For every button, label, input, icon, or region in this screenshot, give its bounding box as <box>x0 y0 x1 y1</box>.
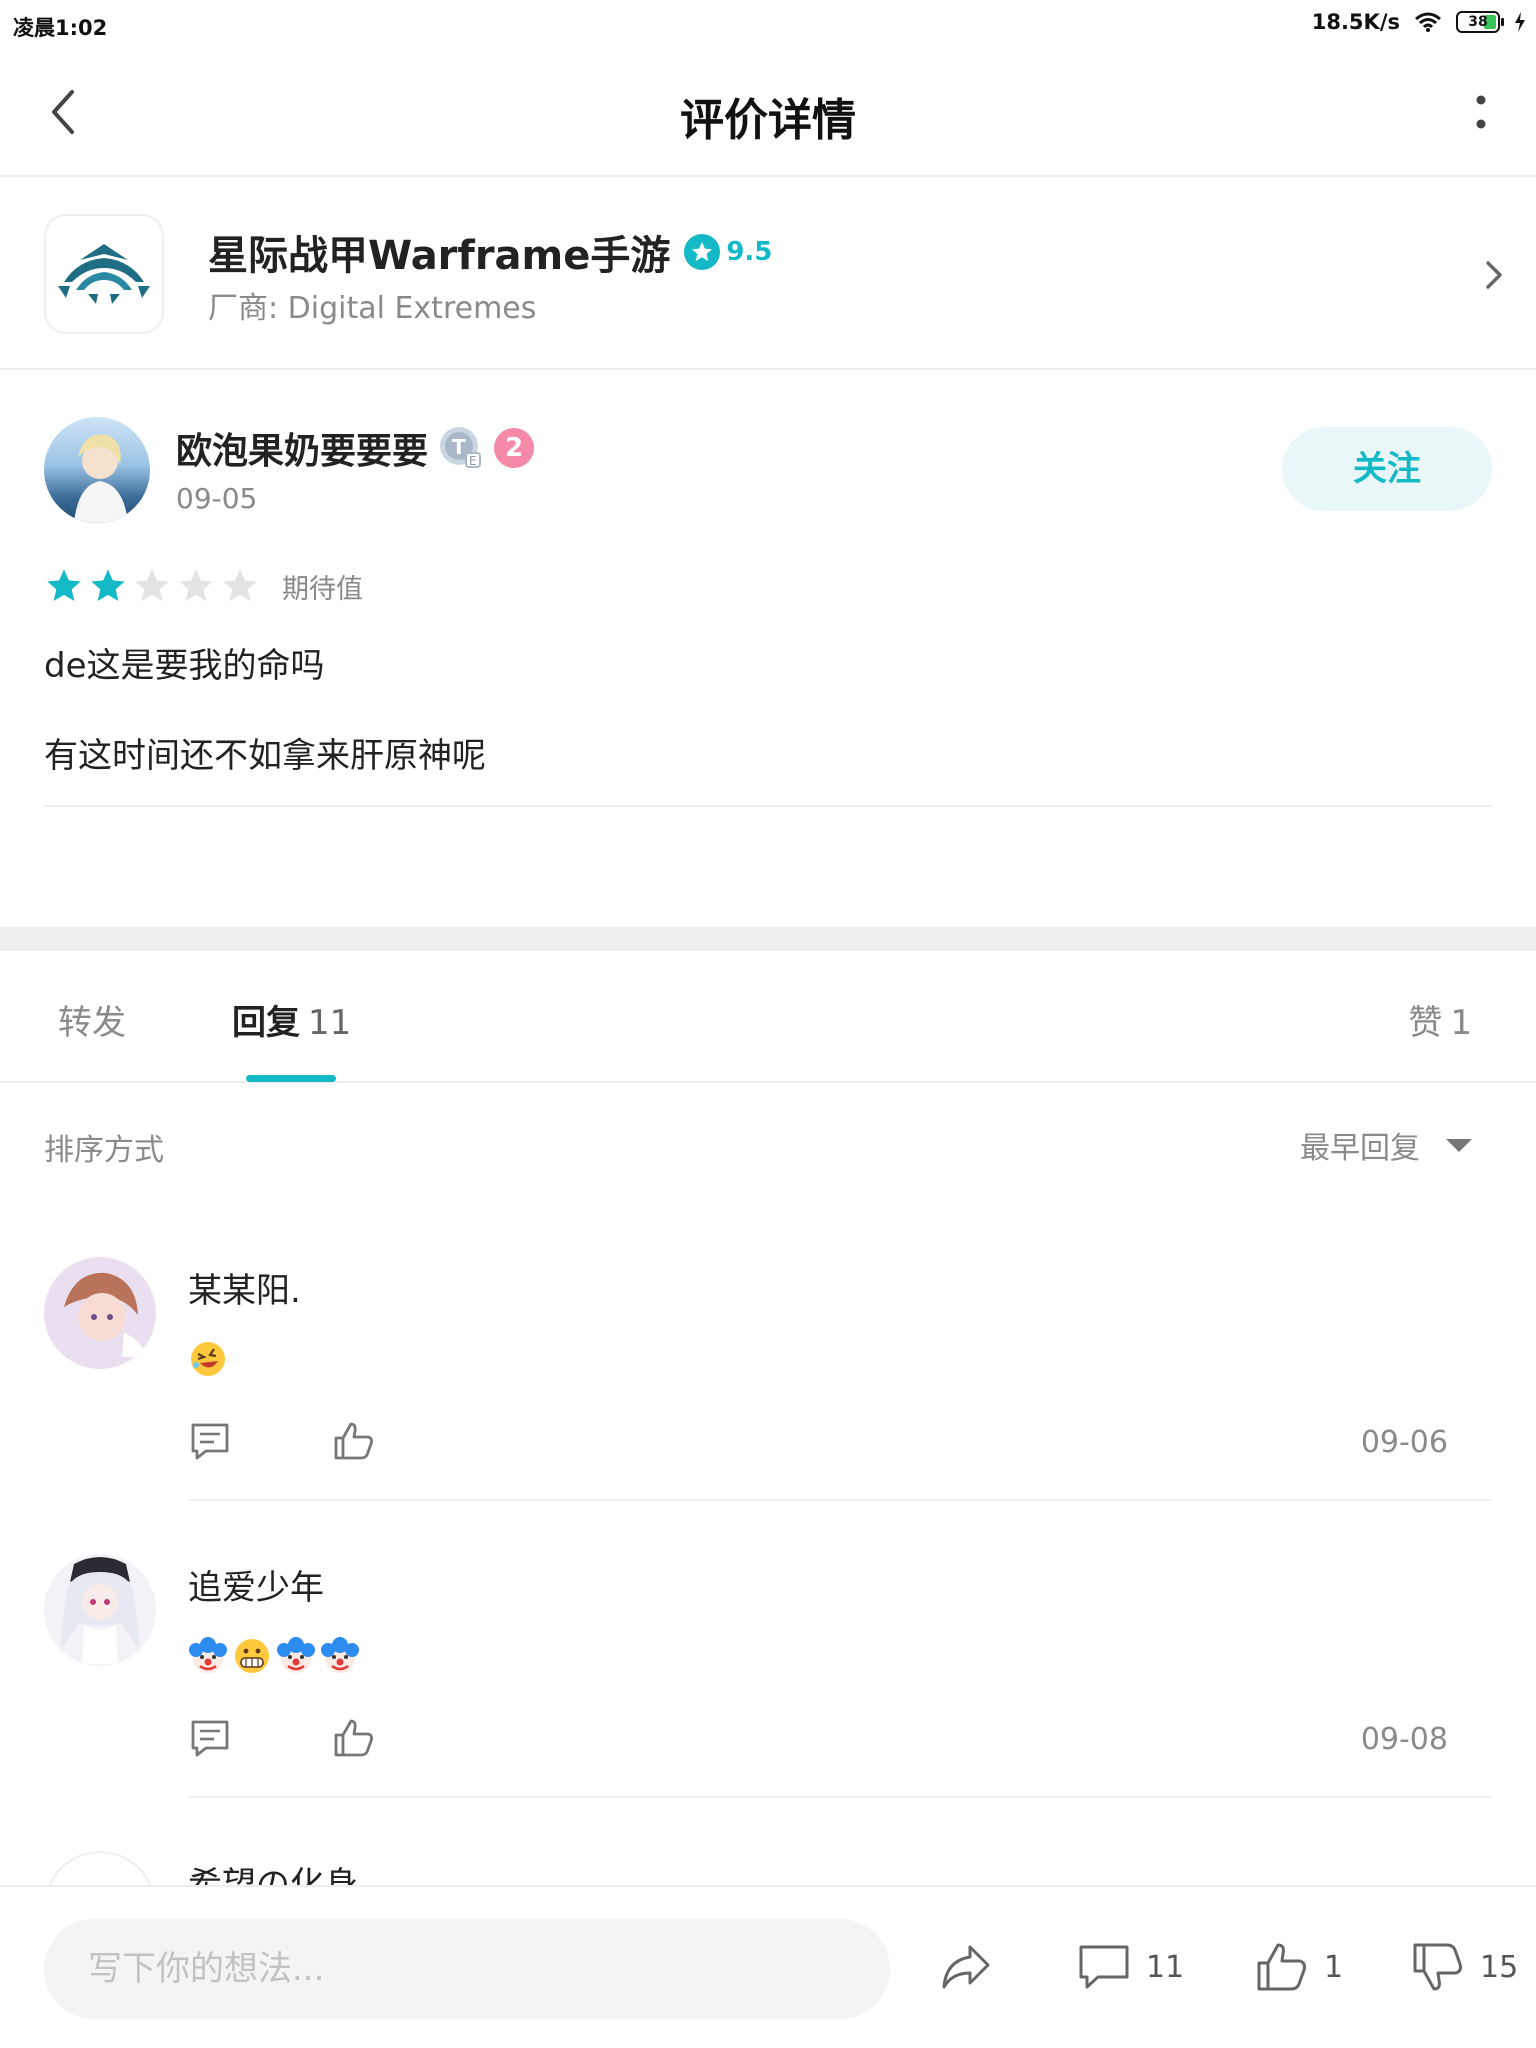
clown-emoji-icon <box>321 1637 359 1673</box>
follow-button[interactable]: 关注 <box>1282 427 1492 511</box>
tab-forward-label: 转发 <box>58 1003 126 1043</box>
reply-avatar[interactable] <box>44 1851 156 1885</box>
level-badge-icon: 2 <box>494 428 535 468</box>
like-button[interactable]: 1 <box>1254 1939 1343 1995</box>
comment-count: 11 <box>1146 1949 1185 1985</box>
status-bar: 凌晨1:02 18.5K/s 38 <box>0 0 1536 52</box>
game-rating: 9.5 <box>684 234 772 270</box>
tier-badge-icon: T E <box>440 427 482 468</box>
battery-level: 38 <box>1468 14 1488 30</box>
tab-like-label: 赞 <box>1408 1003 1443 1043</box>
stars-label: 期待值 <box>282 573 363 605</box>
laughing-tears-emoji-icon <box>191 1342 225 1376</box>
reply-username[interactable]: 希望の化身 <box>188 1857 358 1885</box>
reply-date: 09-08 <box>1360 1722 1448 1757</box>
comment-count-button[interactable]: 11 <box>1076 1939 1184 1995</box>
status-indicators: 18.5K/s 38 <box>1312 10 1526 34</box>
thumbs-down-icon <box>1413 1943 1462 1991</box>
reply-username[interactable]: 某某阳. <box>188 1263 301 1312</box>
share-icon <box>942 1945 990 1989</box>
reviewer-info: 欧泡果奶要要要 T E 2 <box>176 422 535 474</box>
comment-icon[interactable] <box>188 1716 232 1760</box>
tab-like[interactable]: 赞1 <box>1408 995 1472 1044</box>
game-card[interactable]: 星际战甲Warframe手游 9.5 厂商: Digital Extremes <box>0 177 1536 370</box>
thumbs-up-icon <box>1257 1943 1306 1991</box>
star-empty-icon <box>179 569 213 601</box>
star-rating: 期待值 <box>44 566 363 606</box>
tab-reply-label: 回复 <box>232 1003 300 1043</box>
review-text-line: 有这时间还不如拿来肝原神呢 <box>44 736 486 776</box>
game-title: 星际战甲Warframe手游 <box>208 233 671 279</box>
reply-username[interactable]: 追爱少年 <box>188 1560 324 1609</box>
review-date: 09-05 <box>176 482 258 515</box>
reply-item: 希望の化身 <box>0 1799 1536 1885</box>
reply-actions <box>188 1419 376 1463</box>
section-gap <box>0 927 1536 951</box>
clown-emoji-icon <box>189 1637 227 1673</box>
star-empty-icon <box>223 569 257 601</box>
rating-star-icon <box>684 234 721 270</box>
tab-like-count: 1 <box>1450 1003 1472 1043</box>
sort-row: 排序方式 最早回复 <box>0 1083 1536 1205</box>
chevron-right-icon <box>1486 261 1502 289</box>
page-title: 评价详情 <box>680 95 856 146</box>
dislike-button[interactable]: 15 <box>1410 1939 1518 1995</box>
divider <box>188 1796 1492 1798</box>
like-count: 1 <box>1324 1949 1344 1985</box>
divider <box>44 805 1492 807</box>
thumbs-up-icon[interactable] <box>332 1716 376 1760</box>
dislike-count: 15 <box>1480 1949 1519 1985</box>
reviewer-name[interactable]: 欧泡果奶要要要 <box>176 422 428 474</box>
grin-emoji-icon <box>235 1639 269 1673</box>
network-speed: 18.5K/s <box>1311 10 1400 34</box>
svg-text:T: T <box>452 435 466 459</box>
tab-reply[interactable]: 回复 11 <box>232 995 351 1044</box>
star-filled-icon <box>91 569 125 601</box>
divider <box>188 1499 1492 1501</box>
game-logo <box>44 214 164 334</box>
review: 欧泡果奶要要要 T E 2 09-05 关注 期待值 de这是要我的命吗 有这时… <box>0 370 1536 927</box>
tab-active-indicator <box>246 1075 336 1082</box>
share-button[interactable] <box>938 1939 994 1995</box>
reply-content <box>188 1636 360 1676</box>
tab-bar: 转发 回复 11 赞1 <box>0 951 1536 1083</box>
reply-item: 某某阳. 09-06 <box>0 1205 1536 1502</box>
game-title-row: 星际战甲Warframe手游 9.5 <box>208 223 772 281</box>
review-text-line: de这是要我的命吗 <box>44 646 325 686</box>
status-time: 凌晨1:02 <box>13 16 108 40</box>
nav-bar: 评价详情 <box>0 52 1536 177</box>
reply-date: 09-06 <box>1360 1425 1448 1460</box>
sort-dropdown[interactable]: 最早回复 <box>1300 1123 1474 1167</box>
star-empty-icon <box>135 569 169 601</box>
caret-down-icon <box>1446 1139 1472 1152</box>
level-badge-value: 2 <box>504 433 524 463</box>
charging-icon <box>1515 12 1525 32</box>
star-filled-icon <box>47 569 81 601</box>
thumbs-up-icon[interactable] <box>332 1419 376 1463</box>
more-vertical-icon[interactable] <box>1466 90 1496 138</box>
svg-text:E: E <box>469 454 477 468</box>
reply-avatar[interactable] <box>44 1554 156 1666</box>
reply-avatar[interactable] <box>44 1257 156 1369</box>
reply-content <box>188 1339 228 1379</box>
warframe-logo-icon <box>58 244 150 304</box>
reviewer-avatar[interactable] <box>44 417 150 523</box>
tab-reply-count: 11 <box>308 1003 352 1043</box>
wifi-icon <box>1415 12 1441 32</box>
bottom-action-bar: 11 1 15 <box>0 1885 1536 2048</box>
game-vendor: 厂商: Digital Extremes <box>208 291 537 326</box>
game-rating-value: 9.5 <box>726 237 773 267</box>
reply-item: 追爱少年 09-08 <box>0 1502 1536 1799</box>
battery-icon: 38 <box>1456 11 1504 33</box>
comment-input[interactable] <box>44 1919 890 2019</box>
comment-icon[interactable] <box>188 1419 232 1463</box>
tab-forward[interactable]: 转发 <box>58 995 126 1044</box>
sort-label: 排序方式 <box>44 1133 164 1168</box>
sort-selected: 最早回复 <box>1300 1131 1420 1166</box>
reply-actions <box>188 1716 376 1760</box>
clown-emoji-icon <box>277 1637 315 1673</box>
comment-icon <box>1079 1945 1129 1989</box>
